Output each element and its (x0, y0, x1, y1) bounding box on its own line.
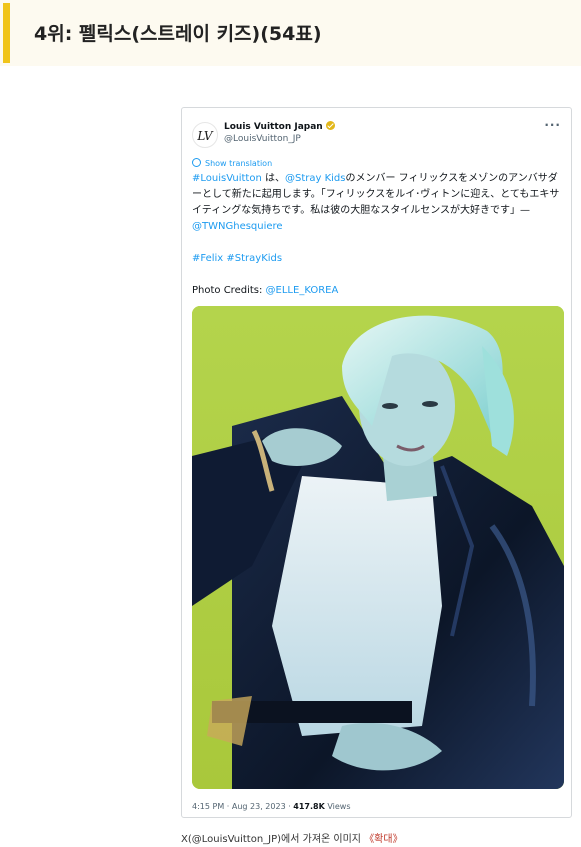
heading-title: 4위: 펠릭스(스트레이 키즈)(54표) (34, 23, 322, 45)
image-caption: X(@LouisVuitton_JP)에서 가져온 이미지 《확대》 (181, 834, 403, 845)
embedded-tweet[interactable]: LV Louis Vuitton Japan @LouisVuitton_JP … (181, 107, 572, 818)
hashtag-felix[interactable]: #Felix (192, 253, 223, 264)
photo-credits-label: Photo Credits: (192, 285, 266, 296)
account-name[interactable]: Louis Vuitton Japan (224, 121, 335, 132)
views-label: Views (324, 802, 351, 811)
account-handle[interactable]: @LouisVuitton_JP (224, 134, 301, 144)
mention-twnghesquiere[interactable]: @TWNGhesquiere (192, 221, 283, 232)
tweet-text: #LouisVuitton は、@Stray Kidsのメンバー フィリックスを… (192, 171, 564, 299)
section-heading: 4위: 펠릭스(스트레이 키즈)(54표) (0, 0, 581, 66)
svg-text:LV: LV (196, 129, 214, 143)
mention-stray-kids[interactable]: @Stray Kids (285, 173, 346, 184)
hashtag-louisvuitton[interactable]: #LouisVuitton (192, 173, 262, 184)
tweet-photo[interactable] (192, 306, 564, 789)
expand-link[interactable]: 《확대》 (364, 834, 402, 845)
felix-portrait-image[interactable] (192, 306, 564, 789)
show-translation-link[interactable]: Show translation (192, 158, 272, 168)
mention-elle-korea[interactable]: @ELLE_KOREA (266, 285, 339, 296)
hashtag-straykids[interactable]: #StrayKids (226, 253, 282, 264)
more-options-icon[interactable]: ··· (544, 118, 561, 132)
verified-badge-icon (325, 121, 335, 130)
views-count: 417.8K (293, 802, 325, 811)
tweet-text-part: は、 (261, 173, 285, 184)
heading-accent-bar (3, 3, 10, 63)
tweet-timestamp[interactable]: 4:15 PM · Aug 23, 2023 · 417.8K Views (192, 802, 351, 811)
louis-vuitton-logo-icon[interactable]: LV (192, 122, 218, 148)
globe-icon (192, 158, 201, 167)
